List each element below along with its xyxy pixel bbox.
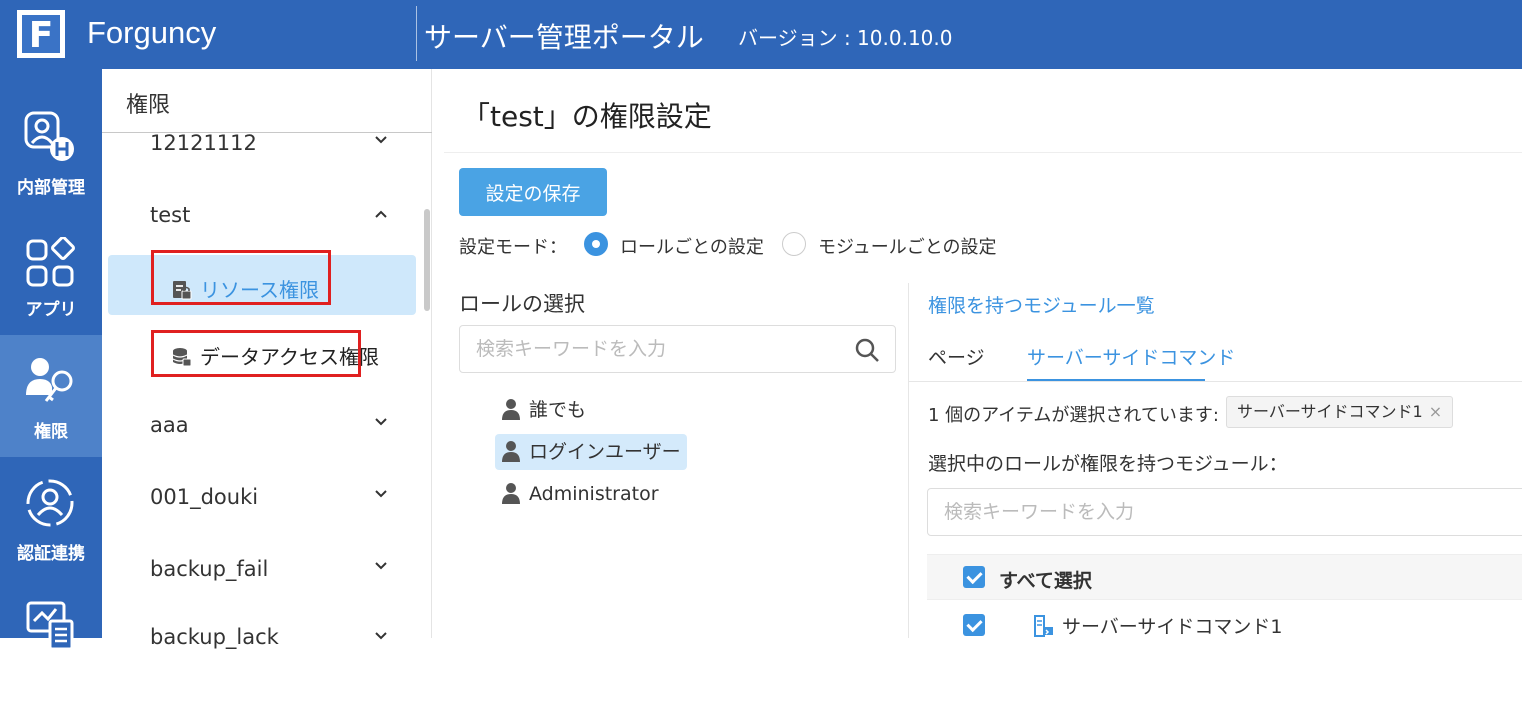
internal-admin-icon [24, 111, 74, 161]
nav-apps[interactable]: アプリ [0, 191, 102, 320]
user-icon [502, 399, 520, 420]
mode-label: 設定モード： [459, 237, 567, 258]
user-icon [502, 441, 520, 462]
left-nav: 内部管理 アプリ 権限 認証連携 [0, 69, 102, 651]
selected-item-tag: サーバーサイドコマンド1 × [1226, 396, 1454, 428]
select-all-label[interactable]: すべて選択 [999, 566, 1092, 593]
role-item-anyone[interactable]: 誰でも [495, 392, 592, 428]
tree-app-aaa[interactable]: aaa [150, 413, 189, 437]
permission-key-icon [26, 358, 73, 402]
radio-role-mode[interactable] [584, 232, 608, 256]
tree-app-001-douki[interactable]: 001_douki [150, 485, 258, 509]
database-lock-icon [172, 348, 192, 367]
tree-app-backup-lack[interactable]: backup_lack [150, 625, 279, 649]
tree-subitem-data-access-permission[interactable]: データアクセス権限 [172, 341, 379, 370]
nav-label: アプリ [25, 300, 77, 320]
radio-label-role-mode[interactable]: ロールごとの設定 [620, 233, 764, 259]
selected-count-text: 1 個のアイテムが選択されています: [928, 405, 1219, 426]
search-icon[interactable] [854, 337, 880, 363]
role-search-input[interactable] [476, 336, 836, 362]
role-item-login-user[interactable]: ログインユーザー [495, 434, 687, 470]
nav-permissions[interactable]: 権限 [0, 335, 102, 457]
header-divider [416, 6, 417, 61]
tab-server-side-command[interactable]: サーバーサイドコマンド [1027, 343, 1235, 370]
role-label: ログインユーザー [529, 441, 681, 463]
tag-label: サーバーサイドコマンド1 [1237, 402, 1423, 421]
chevron-down-icon[interactable] [374, 133, 388, 147]
chevron-down-icon[interactable] [374, 415, 388, 429]
chevron-up-icon[interactable] [374, 207, 388, 221]
subitem-label: データアクセス権限 [200, 345, 379, 369]
chevron-down-icon[interactable] [374, 629, 388, 643]
top-bar: F Forguncy サーバー管理ポータル バージョン : 10.0.10.0 [0, 0, 1522, 69]
select-all-checkbox[interactable] [963, 566, 985, 588]
apps-icon [26, 237, 75, 287]
subitem-label: リソース権限 [200, 278, 319, 302]
divider [908, 381, 1522, 382]
close-icon[interactable]: × [1429, 402, 1442, 421]
chevron-down-icon[interactable] [374, 559, 388, 573]
role-label: 誰でも [529, 399, 587, 421]
chevron-down-icon[interactable] [374, 487, 388, 501]
monitor-report-icon [26, 601, 74, 651]
module-search-box [927, 488, 1522, 536]
page-title: 「test」の権限設定 [462, 100, 712, 133]
server-command-icon [1034, 615, 1053, 637]
auth-link-icon [26, 479, 74, 527]
module-sub-label: 選択中のロールが権限を持つモジュール： [928, 453, 1288, 475]
nav-monitor[interactable] [0, 579, 102, 701]
tree-app-test[interactable]: test [150, 203, 190, 227]
tree-scrollbar[interactable] [424, 209, 430, 311]
role-item-administrator[interactable]: Administrator [495, 476, 665, 512]
tree-title: 権限 [126, 93, 171, 118]
brand-name: Forguncy [87, 15, 217, 50]
version-label: バージョン : 10.0.10.0 [738, 26, 953, 50]
tree-subitem-resource-permission[interactable]: リソース権限 [172, 274, 319, 303]
nav-internal-admin[interactable]: 内部管理 [0, 69, 102, 198]
portal-title: サーバー管理ポータル [424, 21, 704, 54]
main-content: 「test」の権限設定 設定の保存 設定モード： ロールごとの設定 モジュールご… [432, 69, 1522, 638]
nav-label: 認証連携 [17, 544, 85, 564]
nav-label: 権限 [34, 422, 68, 442]
module-row-label: サーバーサイドコマンド1 [1062, 616, 1283, 638]
resource-lock-icon [173, 281, 192, 300]
module-search-input[interactable] [944, 499, 1504, 525]
module-row[interactable]: サーバーサイドコマンド1 [1034, 612, 1283, 639]
permission-tree-panel: 権限 12121112 test リソース権限 データアクセス権限 aaa 00… [102, 69, 432, 649]
tab-page[interactable]: ページ [928, 343, 985, 370]
tree-app-backup-fail[interactable]: backup_fail [150, 557, 268, 581]
divider [444, 152, 1522, 153]
forguncy-logo: F [17, 10, 65, 58]
role-select-title: ロールの選択 [459, 292, 585, 316]
radio-module-mode[interactable] [782, 232, 806, 256]
tree-app-12121112[interactable]: 12121112 [150, 131, 257, 155]
user-icon [502, 483, 520, 504]
divider [908, 283, 909, 638]
role-label: Administrator [529, 483, 659, 505]
module-list-title: 権限を持つモジュール一覧 [928, 295, 1155, 317]
nav-auth-link[interactable]: 認証連携 [0, 457, 102, 579]
radio-label-module-mode[interactable]: モジュールごとの設定 [818, 233, 997, 259]
save-settings-button[interactable]: 設定の保存 [459, 168, 607, 216]
module-row-checkbox[interactable] [963, 614, 985, 636]
role-search-box [459, 325, 896, 373]
